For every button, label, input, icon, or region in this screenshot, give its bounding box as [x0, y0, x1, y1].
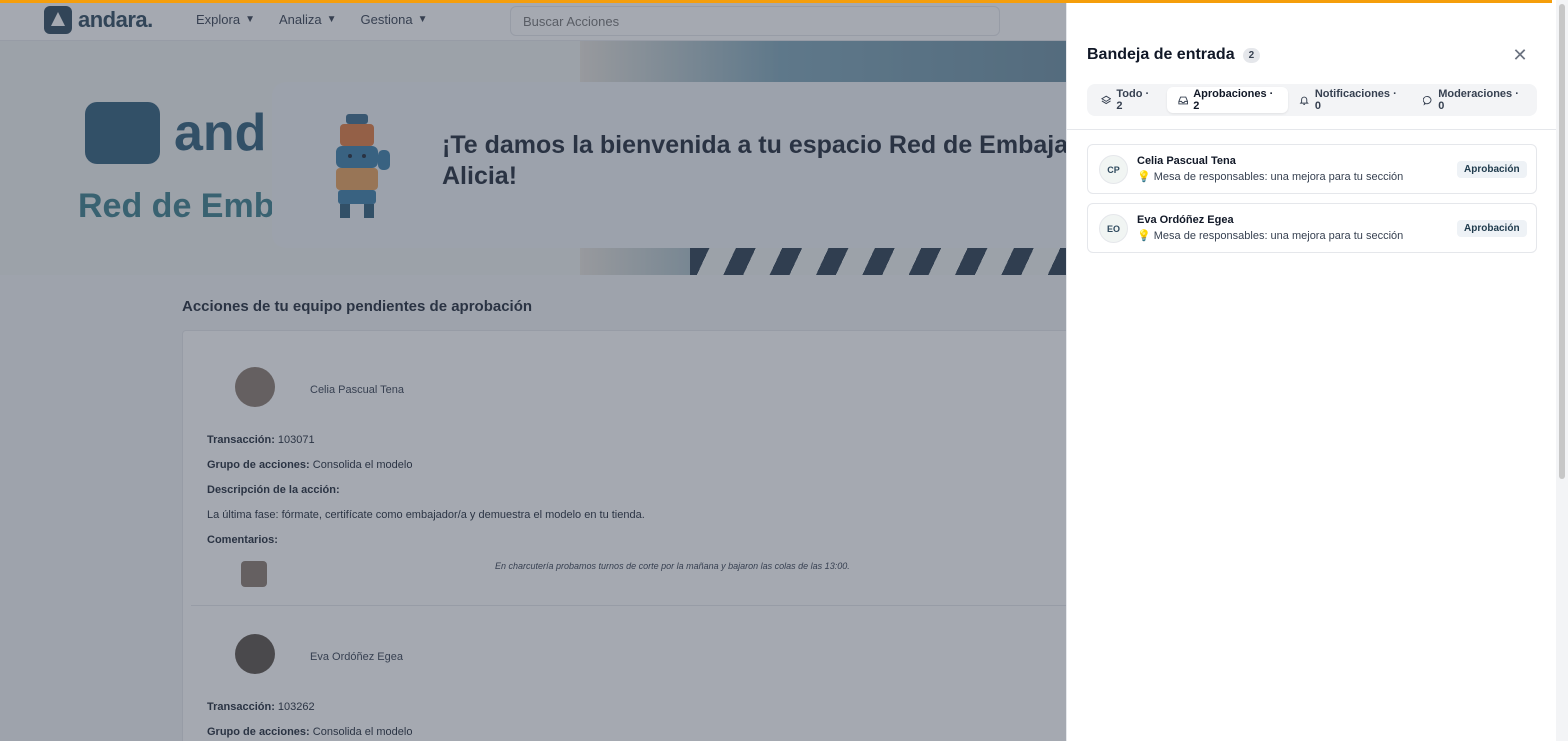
drawer-title: Bandeja de entrada — [1087, 46, 1235, 63]
status-badge: Aprobación — [1457, 161, 1527, 178]
loading-accent-bar — [0, 0, 1552, 3]
inbox-item-name: Eva Ordóñez Egea — [1137, 214, 1234, 226]
message-icon — [1422, 95, 1432, 105]
layers-icon — [1101, 95, 1112, 104]
close-icon[interactable]: ✕ — [1511, 46, 1529, 64]
inbox-item[interactable]: CP Celia Pascual Tena 💡 Mesa de responsa… — [1087, 144, 1537, 194]
modal-backdrop[interactable] — [0, 0, 1066, 741]
page-scrollbar[interactable] — [1556, 0, 1568, 741]
lightbulb-icon: 💡 — [1137, 171, 1151, 183]
inbox-item-subtitle: 💡 Mesa de responsables: una mejora para … — [1137, 229, 1403, 242]
inbox-tabs: Todo · 2 Aprobaciones · 2 Notificaciones… — [1087, 84, 1537, 116]
tab-moderaciones-label: Moderaciones · 0 — [1438, 88, 1519, 112]
inbox-item-subtitle: 💡 Mesa de responsables: una mejora para … — [1137, 170, 1403, 183]
inbox-item-subtitle-text: Mesa de responsables: una mejora para tu… — [1153, 171, 1404, 183]
tab-aprobaciones-label: Aprobaciones · 2 — [1193, 88, 1274, 112]
inbox-drawer: Bandeja de entrada 2 ✕ Todo · 2 Aprobaci… — [1066, 0, 1557, 741]
inbox-item-name: Celia Pascual Tena — [1137, 155, 1236, 167]
lightbulb-icon: 💡 — [1137, 230, 1151, 242]
status-badge: Aprobación — [1457, 220, 1527, 237]
tab-notificaciones-label: Notificaciones · 0 — [1314, 88, 1397, 112]
scrollbar-thumb[interactable] — [1559, 4, 1565, 479]
tab-todo[interactable]: Todo · 2 — [1090, 87, 1167, 113]
tab-notificaciones[interactable]: Notificaciones · 0 — [1288, 87, 1411, 113]
drawer-divider — [1067, 129, 1557, 130]
avatar: CP — [1099, 155, 1128, 184]
tab-aprobaciones[interactable]: Aprobaciones · 2 — [1166, 87, 1289, 113]
inbox-item-subtitle-text: Mesa de responsables: una mejora para tu… — [1153, 230, 1404, 242]
drawer-header: Bandeja de entrada 2 — [1087, 46, 1261, 64]
tab-moderaciones[interactable]: Moderaciones · 0 — [1412, 87, 1534, 113]
avatar: EO — [1099, 214, 1128, 243]
inbox-item[interactable]: EO Eva Ordóñez Egea 💡 Mesa de responsabl… — [1087, 203, 1537, 253]
inbox-count-badge: 2 — [1242, 47, 1261, 63]
tab-todo-label: Todo · 2 — [1116, 88, 1150, 112]
bell-icon — [1300, 96, 1310, 105]
inbox-icon — [1178, 96, 1188, 104]
